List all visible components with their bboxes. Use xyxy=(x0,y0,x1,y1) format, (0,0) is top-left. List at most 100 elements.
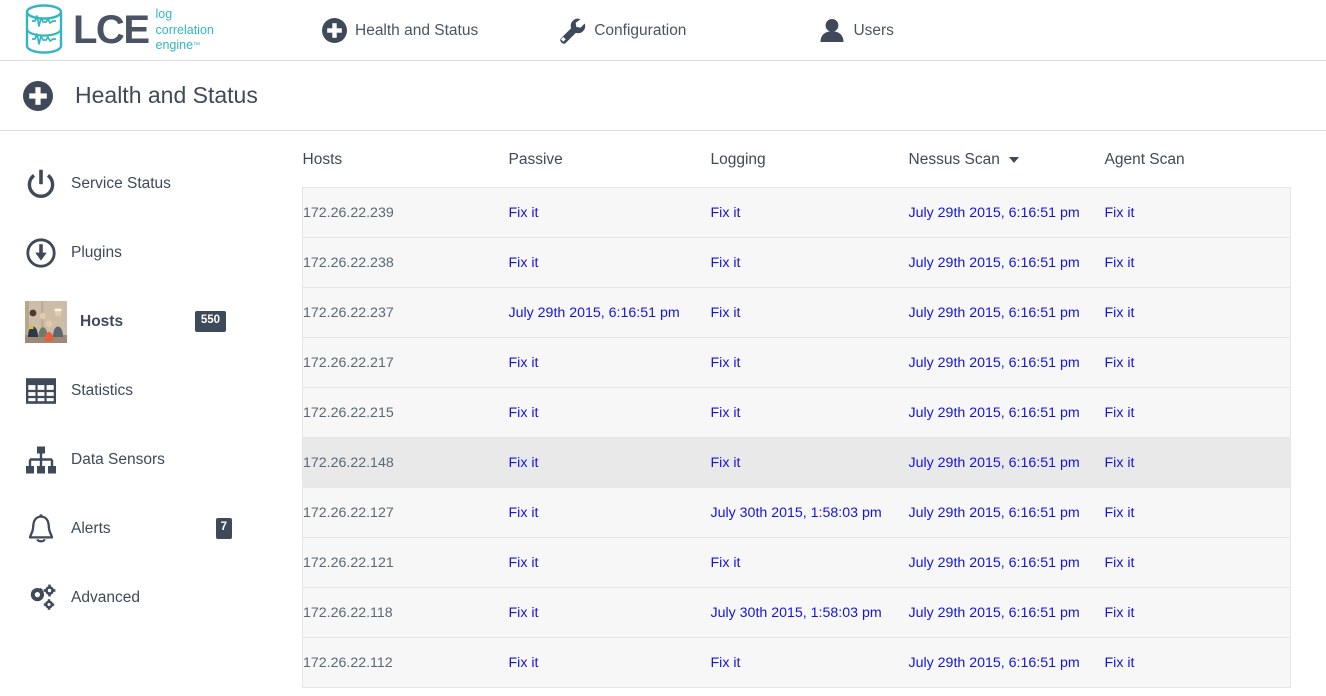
sidebar-item-plugins[interactable]: Plugins xyxy=(0,218,302,287)
column-header-hosts[interactable]: Hosts xyxy=(303,131,509,188)
plus-circle-icon xyxy=(23,80,53,111)
fix-it-link[interactable]: Fix it xyxy=(711,255,741,271)
cell-logging: July 30th 2015, 1:58:03 pm xyxy=(710,587,909,638)
sidebar-item-data-sensors[interactable]: Data Sensors xyxy=(0,425,302,494)
fix-it-link[interactable]: Fix it xyxy=(509,655,539,671)
column-header-logging[interactable]: Logging xyxy=(711,131,909,188)
fix-it-link[interactable]: Fix it xyxy=(711,405,741,421)
sidebar-item-alerts[interactable]: Alerts 7 xyxy=(0,494,302,563)
timestamp-link[interactable]: July 29th 2015, 6:16:51 pm xyxy=(909,205,1080,221)
brand-logo[interactable]: LCE log correlation engine™ xyxy=(22,4,214,54)
fix-it-link[interactable]: Fix it xyxy=(711,455,741,471)
fix-it-link[interactable]: Fix it xyxy=(1105,505,1135,521)
timestamp-link[interactable]: July 29th 2015, 6:16:51 pm xyxy=(909,355,1080,371)
fix-it-link[interactable]: Fix it xyxy=(1105,655,1135,671)
timestamp-link[interactable]: July 29th 2015, 6:16:51 pm xyxy=(909,405,1080,421)
cell-passive: July 29th 2015, 6:16:51 pm xyxy=(508,287,711,338)
nav-item-health-and-status[interactable]: Health and Status xyxy=(322,0,478,61)
cell-logging: Fix it xyxy=(710,537,909,588)
sidebar-item-label: Plugins xyxy=(71,243,122,261)
table-row[interactable]: 172.26.22.148 Fix it Fix it July 29th 2015,… xyxy=(302,437,1291,488)
table-row[interactable]: 172.26.22.239 Fix it Fix it July 29th 2015,… xyxy=(302,187,1291,238)
table-row[interactable]: 172.26.22.121 Fix it Fix it July 29th 2015,… xyxy=(302,537,1291,588)
column-header-agent-scan[interactable]: Agent Scan xyxy=(1105,131,1291,188)
nav-item-users[interactable]: Users xyxy=(819,0,894,61)
timestamp-link[interactable]: July 29th 2015, 6:16:51 pm xyxy=(909,455,1080,471)
cell-host: 172.26.22.215 xyxy=(302,387,509,438)
table-row[interactable]: 172.26.22.217 Fix it Fix it July 29th 2015,… xyxy=(302,337,1291,388)
timestamp-link[interactable]: July 29th 2015, 6:16:51 pm xyxy=(909,605,1080,621)
timestamp-link[interactable]: July 29th 2015, 6:16:51 pm xyxy=(909,505,1080,521)
cell-agent-scan: Fix it xyxy=(1104,437,1291,488)
fix-it-link[interactable]: Fix it xyxy=(711,655,741,671)
sidebar-item-service-status[interactable]: Service Status xyxy=(0,149,302,218)
cell-agent-scan: Fix it xyxy=(1104,637,1291,688)
table-row[interactable]: 172.26.22.127 Fix it July 30th 2015, 1:58:… xyxy=(302,487,1291,538)
fix-it-link[interactable]: Fix it xyxy=(1105,405,1135,421)
sidebar-item-statistics[interactable]: Statistics xyxy=(0,356,302,425)
fix-it-link[interactable]: Fix it xyxy=(509,205,539,221)
fix-it-link[interactable]: Fix it xyxy=(509,505,539,521)
table-row[interactable]: 172.26.22.237 July 29th 2015, 6:16:51 pm F… xyxy=(302,287,1291,338)
gears-icon xyxy=(24,583,58,613)
timestamp-link[interactable]: July 30th 2015, 1:58:03 pm xyxy=(711,505,882,521)
timestamp-link[interactable]: July 30th 2015, 1:58:03 pm xyxy=(711,605,882,621)
cell-nessus-scan: July 29th 2015, 6:16:51 pm xyxy=(908,387,1105,438)
cell-passive: Fix it xyxy=(508,387,711,438)
table-row[interactable]: 172.26.22.112 Fix it Fix it July 29th 2015,… xyxy=(302,637,1291,688)
page-title: Health and Status xyxy=(75,82,258,108)
cell-passive: Fix it xyxy=(508,337,711,388)
cell-agent-scan: Fix it xyxy=(1104,387,1291,438)
fix-it-link[interactable]: Fix it xyxy=(711,305,741,321)
hosts-table: Hosts Passive Logging Nessus Scan Agent … xyxy=(302,131,1291,688)
sidebar-item-hosts[interactable]: Hosts 550 xyxy=(0,287,302,356)
table-row[interactable]: 172.26.22.118 Fix it July 30th 2015, 1:58:… xyxy=(302,587,1291,638)
cell-host: 172.26.22.121 xyxy=(302,537,509,588)
column-header-label: Passive xyxy=(508,151,563,168)
nav-item-configuration[interactable]: Configuration xyxy=(558,0,686,61)
fix-it-link[interactable]: Fix it xyxy=(711,205,741,221)
fix-it-link[interactable]: Fix it xyxy=(1105,255,1135,271)
fix-it-link[interactable]: Fix it xyxy=(509,605,539,621)
bell-icon xyxy=(24,513,58,544)
fix-it-link[interactable]: Fix it xyxy=(1105,355,1135,371)
fix-it-link[interactable]: Fix it xyxy=(711,355,741,371)
sidebar-item-label: Advanced xyxy=(71,588,140,606)
timestamp-link[interactable]: July 29th 2015, 6:16:51 pm xyxy=(509,305,680,321)
cell-passive: Fix it xyxy=(508,537,711,588)
timestamp-link[interactable]: July 29th 2015, 6:16:51 pm xyxy=(909,655,1080,671)
fix-it-link[interactable]: Fix it xyxy=(711,555,741,571)
fix-it-link[interactable]: Fix it xyxy=(509,555,539,571)
cell-agent-scan: Fix it xyxy=(1104,487,1291,538)
fix-it-link[interactable]: Fix it xyxy=(1105,205,1135,221)
cell-logging: Fix it xyxy=(710,437,909,488)
cell-logging: Fix it xyxy=(710,187,909,238)
timestamp-link[interactable]: July 29th 2015, 6:16:51 pm xyxy=(909,305,1080,321)
sidebar-item-label: Data Sensors xyxy=(71,450,165,468)
plus-circle-icon xyxy=(322,18,347,43)
fix-it-link[interactable]: Fix it xyxy=(1105,605,1135,621)
page-header: Health and Status xyxy=(0,61,1326,131)
timestamp-link[interactable]: July 29th 2015, 6:16:51 pm xyxy=(909,255,1080,271)
timestamp-link[interactable]: July 29th 2015, 6:16:51 pm xyxy=(909,555,1080,571)
cell-logging: Fix it xyxy=(710,387,909,438)
fix-it-link[interactable]: Fix it xyxy=(1105,305,1135,321)
fix-it-link[interactable]: Fix it xyxy=(1105,555,1135,571)
fix-it-link[interactable]: Fix it xyxy=(509,405,539,421)
column-header-passive[interactable]: Passive xyxy=(509,131,711,188)
cell-logging: Fix it xyxy=(710,237,909,288)
cell-host: 172.26.22.112 xyxy=(302,637,509,688)
primary-nav-list: Health and Status Configuration Users xyxy=(322,0,894,61)
table-row[interactable]: 172.26.22.215 Fix it Fix it July 29th 2015,… xyxy=(302,387,1291,438)
fix-it-link[interactable]: Fix it xyxy=(509,455,539,471)
top-navigation-bar: LCE log correlation engine™ Health and S… xyxy=(0,0,1326,61)
fix-it-link[interactable]: Fix it xyxy=(509,255,539,271)
column-header-nessus-scan[interactable]: Nessus Scan xyxy=(909,131,1105,188)
fix-it-link[interactable]: Fix it xyxy=(509,355,539,371)
cell-agent-scan: Fix it xyxy=(1104,237,1291,288)
cell-host: 172.26.22.239 xyxy=(302,187,509,238)
fix-it-link[interactable]: Fix it xyxy=(1105,455,1135,471)
sidebar-item-advanced[interactable]: Advanced xyxy=(0,563,302,632)
cell-nessus-scan: July 29th 2015, 6:16:51 pm xyxy=(908,487,1105,538)
table-row[interactable]: 172.26.22.238 Fix it Fix it July 29th 2015,… xyxy=(302,237,1291,288)
